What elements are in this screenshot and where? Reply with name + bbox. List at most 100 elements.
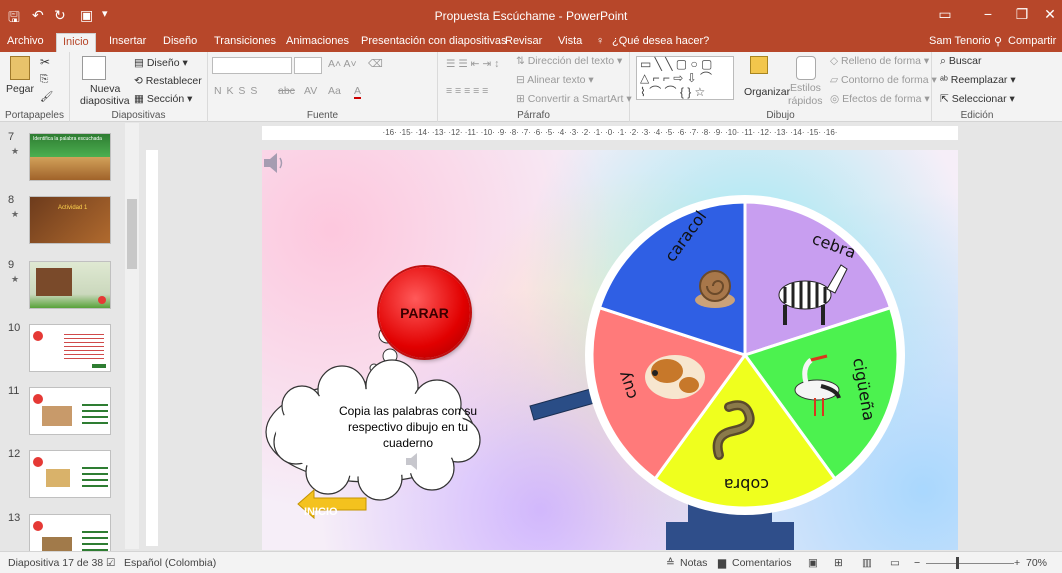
- tab-transiciones[interactable]: Transiciones: [214, 35, 276, 47]
- reset-button[interactable]: ⟲ Restablecer: [134, 75, 202, 87]
- thumbnail-caption: Identifica la palabra escuchada: [33, 136, 102, 142]
- paste-icon[interactable]: [10, 56, 30, 80]
- arrange-button[interactable]: Organizar: [744, 86, 790, 98]
- zoom-in-icon[interactable]: +: [1014, 557, 1020, 569]
- zoom-slider-thumb[interactable]: [956, 557, 959, 569]
- new-slide-icon[interactable]: [82, 56, 106, 80]
- status-bar: Diapositiva 17 de 38 ☑ Español (Colombia…: [0, 551, 1062, 573]
- tab-presentacion[interactable]: Presentación con diapositivas: [361, 35, 507, 47]
- slide-counter: Diapositiva 17 de 38: [8, 557, 104, 569]
- smartart-label: Convertir a SmartArt: [527, 93, 624, 105]
- slide-number: 8: [8, 194, 15, 206]
- quick-styles-icon[interactable]: [796, 56, 816, 80]
- notes-icon[interactable]: ≙: [666, 557, 675, 569]
- shape-fill-button[interactable]: ◇ Relleno de forma ▾: [830, 55, 929, 67]
- close-icon[interactable]: ✕: [1040, 6, 1060, 23]
- shape-effects-button[interactable]: ◎ Efectos de forma ▾: [830, 93, 930, 105]
- slide-thumbnail[interactable]: [29, 261, 111, 309]
- select-label: Seleccionar: [951, 93, 1007, 105]
- format-painter-icon[interactable]: 🖌: [40, 90, 53, 103]
- zoom-slider[interactable]: [926, 563, 1014, 564]
- slide-number: 13: [8, 512, 21, 524]
- thumbnail-boxes: [82, 527, 108, 551]
- quick-styles-label-2[interactable]: rápidos: [788, 95, 822, 107]
- zoom-out-icon[interactable]: −: [914, 557, 920, 569]
- tab-vista[interactable]: Vista: [558, 35, 582, 47]
- shape-effects-label: Efectos de forma: [842, 93, 922, 105]
- thumbnail-scrollbar[interactable]: [125, 123, 139, 549]
- stop-button[interactable]: PARAR: [379, 267, 470, 358]
- font-color-icon[interactable]: A: [354, 85, 362, 99]
- slide-thumbnail-panel[interactable]: 7 ★ Identifica la palabra escuchada 8 ★ …: [0, 123, 140, 551]
- slide-thumbnail[interactable]: [29, 324, 111, 372]
- shape-fill-label: Relleno de forma: [841, 55, 921, 67]
- align-icons[interactable]: ≡ ≡ ≡ ≡ ≡: [446, 85, 488, 97]
- slideshow-view-icon[interactable]: ▭: [890, 557, 900, 569]
- share-button[interactable]: Compartir: [1008, 35, 1056, 47]
- slide-thumbnail[interactable]: Identifica la palabra escuchada: [29, 133, 111, 181]
- font-name-input[interactable]: [212, 57, 292, 74]
- thumbnail-image: [36, 268, 72, 296]
- tab-insertar[interactable]: Insertar: [109, 35, 146, 47]
- tab-animaciones[interactable]: Animaciones: [286, 35, 349, 47]
- section-button[interactable]: ▦ Sección ▾: [134, 93, 192, 105]
- replace-button[interactable]: ᵃᵇ Reemplazar ▾: [940, 74, 1016, 86]
- char-spacing-icon[interactable]: AV: [304, 85, 317, 97]
- shapes-gallery[interactable]: ▭ ╲ ╲ ▢ ○ ▢ △ ⌐ ⌐ ⇨ ⇩ ⌒ ⌇ ⌒ ⌒ { } ☆: [636, 56, 734, 100]
- cut-icon[interactable]: ✂: [40, 55, 50, 69]
- comments-button[interactable]: Comentarios: [732, 557, 792, 569]
- reading-view-icon[interactable]: ▥: [862, 557, 872, 569]
- tab-diseno[interactable]: Diseño: [163, 35, 197, 47]
- copy-icon[interactable]: ⎘: [40, 73, 48, 86]
- find-button[interactable]: ⌕ Buscar: [940, 55, 982, 68]
- smartart-button[interactable]: ⊞ Convertir a SmartArt ▾: [516, 93, 632, 105]
- slide-thumbnail[interactable]: [29, 514, 111, 551]
- new-slide-label-1[interactable]: Nueva: [90, 83, 120, 95]
- grow-shrink-font-icon[interactable]: A˄ A˅: [328, 58, 357, 70]
- scroll-thumb[interactable]: [127, 199, 137, 269]
- spelling-icon[interactable]: ☑: [106, 557, 115, 569]
- select-button[interactable]: ⇱ Seleccionar ▾: [940, 93, 1015, 105]
- thumbnail-icon: [33, 331, 43, 341]
- new-slide-label-2[interactable]: diapositiva: [80, 95, 130, 107]
- language-indicator[interactable]: Español (Colombia): [124, 557, 216, 569]
- vertical-ruler: [146, 150, 158, 546]
- shape-outline-button[interactable]: ▱ Contorno de forma ▾: [830, 74, 937, 86]
- layout-button[interactable]: ▤ Diseño ▾: [134, 57, 188, 69]
- format-buttons[interactable]: N K S S: [214, 85, 258, 97]
- arrange-icon[interactable]: [750, 56, 768, 74]
- align-text-button[interactable]: ⊟ Alinear texto ▾: [516, 74, 594, 86]
- tab-inicio[interactable]: Inicio: [56, 33, 96, 52]
- normal-view-icon[interactable]: ▣: [808, 557, 818, 569]
- tab-archivo[interactable]: Archivo: [7, 35, 44, 47]
- quick-styles-label-1[interactable]: Estilos: [790, 82, 821, 94]
- restore-icon[interactable]: ❐: [1012, 6, 1032, 23]
- home-button[interactable]: INICIO: [304, 506, 338, 518]
- zoom-level[interactable]: 70%: [1026, 557, 1047, 569]
- spinning-wheel[interactable]: caracol cebra cigüeña cobra cuy: [585, 195, 905, 515]
- bullets-icon[interactable]: ☰ ☰ ⇤ ⇥ ↕: [446, 58, 499, 70]
- share-icon[interactable]: ⚲: [994, 35, 1002, 48]
- thumbnail-image: [42, 537, 72, 551]
- user-name[interactable]: Sam Tenorio: [929, 35, 991, 47]
- tab-revisar[interactable]: Revisar: [505, 35, 542, 47]
- tell-me-input[interactable]: ¿Qué desea hacer?: [612, 35, 709, 47]
- ribbon-display-options-icon[interactable]: ▭: [935, 6, 955, 23]
- audio-speaker-icon[interactable]: [264, 153, 283, 173]
- font-size-input[interactable]: [294, 57, 322, 74]
- slide-thumbnail[interactable]: Actividad 1: [29, 196, 111, 244]
- slide-thumbnail[interactable]: [29, 450, 111, 498]
- notes-button[interactable]: Notas: [680, 557, 707, 569]
- ribbon: Pegar ✂ ⎘ 🖌 Portapapeles Nueva diapositi…: [0, 52, 1062, 122]
- strike-button[interactable]: abc: [278, 85, 295, 97]
- paste-button[interactable]: Pegar: [6, 83, 34, 95]
- text-direction-button[interactable]: ⇅ Dirección del texto ▾: [516, 55, 622, 67]
- minimize-icon[interactable]: −: [978, 6, 998, 22]
- slide-canvas[interactable]: caracol cebra cigüeña cobra cuy PARAR Co…: [262, 150, 958, 550]
- slide-sorter-icon[interactable]: ⊞: [834, 557, 843, 569]
- change-case-icon[interactable]: Aa: [328, 85, 341, 97]
- comments-icon[interactable]: ▆: [718, 557, 726, 569]
- clear-formatting-icon[interactable]: ⌫: [368, 58, 383, 70]
- slide-thumbnail[interactable]: [29, 387, 111, 435]
- thumbnail-boxes: [82, 463, 108, 487]
